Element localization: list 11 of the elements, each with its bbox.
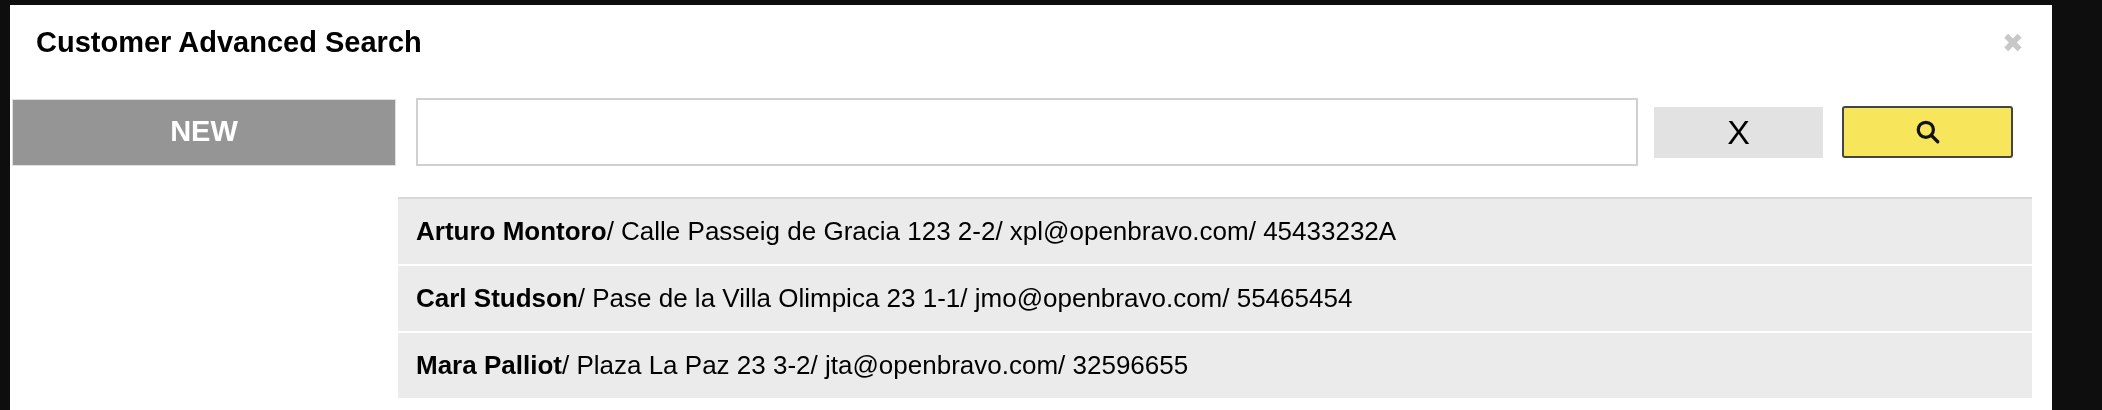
- customer-summary: Carl Studson/ Pase de la Villa Olimpica 23 1-1/ jmo@openbravo.com/ 55465454: [416, 282, 1353, 315]
- result-row[interactable]: Mara Palliot/ Plaza La Paz 23 3-2/ jta@openbravo.com/ 32596655: [398, 333, 2032, 398]
- search-field[interactable]: [416, 98, 1638, 166]
- result-row[interactable]: Carl Studson/ Pase de la Villa Olimpica 23 1-1/ jmo@openbravo.com/ 55465454: [398, 266, 2032, 331]
- customer-summary: Arturo Montoro/ Calle Passeig de Gracia 123 2-2/ xpl@openbravo.com/ 45433232A: [416, 215, 1397, 248]
- dialog-title: Customer Advanced Search: [36, 24, 422, 60]
- result-row[interactable]: Arturo Montoro/ Calle Passeig de Gracia 123 2-2/ xpl@openbravo.com/ 45433232A: [398, 199, 2032, 264]
- search-icon: [1914, 119, 1941, 145]
- customer-summary: Mara Palliot/ Plaza La Paz 23 3-2/ jta@openbravo.com/ 32596655: [416, 349, 1189, 382]
- clear-button[interactable]: X: [1654, 106, 1823, 158]
- search-button[interactable]: [1842, 106, 2013, 158]
